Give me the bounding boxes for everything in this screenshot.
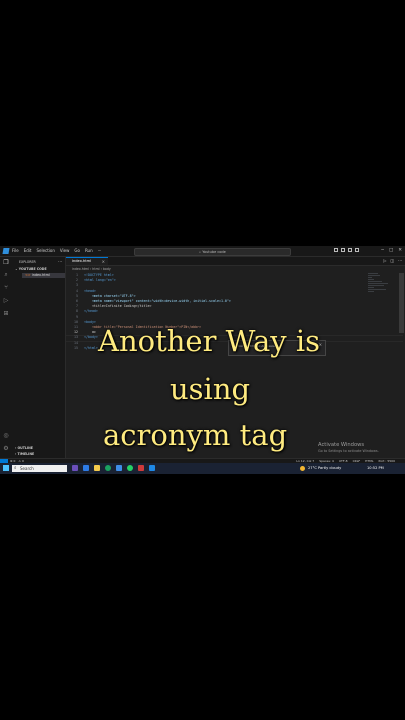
system-tray: 27°C Partly cloudy bbox=[300, 465, 341, 472]
taskbar-search[interactable]: ⌕ Search bbox=[12, 465, 67, 472]
title-bar: File Edit Selection View Go Run ··· ⌕ Yo… bbox=[0, 246, 405, 257]
menu-run[interactable]: Run bbox=[85, 248, 93, 253]
editor-tabs: index.html × ▷ ◫ ··· bbox=[66, 257, 405, 266]
minimize-icon[interactable]: ─ bbox=[381, 248, 384, 253]
window-controls: ─ □ ✕ bbox=[381, 248, 402, 253]
breadcrumb[interactable]: index.html › html › body bbox=[72, 267, 111, 271]
toggle-sidebar-icon[interactable] bbox=[334, 248, 338, 252]
extensions-icon[interactable]: ⊞ bbox=[3, 311, 9, 317]
store-icon[interactable] bbox=[116, 465, 122, 471]
run-debug-icon[interactable]: ▷ bbox=[3, 298, 9, 304]
activate-windows-title: Activate Windows bbox=[318, 442, 365, 448]
command-center-search[interactable]: ⌕ Youtube code bbox=[134, 247, 291, 256]
edge-icon[interactable] bbox=[83, 465, 89, 471]
more-actions-icon[interactable]: ··· bbox=[58, 259, 62, 264]
timeline-section[interactable]: › TIMELINE bbox=[15, 452, 34, 456]
run-icon[interactable]: ▷ bbox=[383, 258, 386, 263]
search-activity-icon[interactable]: ⌕ bbox=[3, 272, 9, 278]
maximize-icon[interactable]: □ bbox=[389, 248, 393, 253]
layout-controls bbox=[334, 248, 359, 252]
caption-line-2: using bbox=[169, 372, 251, 407]
timeline-label: TIMELINE bbox=[17, 452, 35, 456]
menu-selection[interactable]: Selection bbox=[36, 248, 54, 253]
explorer-sidebar: EXPLORER ··· ⌄ YOUTUBE CODE <> index.htm… bbox=[12, 257, 66, 463]
windows-taskbar: ⌕ Search 27°C Partly cloudy 10:52 PM bbox=[0, 463, 405, 474]
toggle-secondary-sidebar-icon[interactable] bbox=[348, 248, 352, 252]
explorer-icon[interactable]: ❐ bbox=[3, 260, 9, 266]
chrome-icon[interactable] bbox=[105, 465, 111, 471]
taskbar-search-label: Search bbox=[20, 466, 34, 471]
editor-actions: ▷ ◫ ··· bbox=[383, 258, 402, 263]
activate-windows-subtitle: Go to Settings to activate Windows. bbox=[318, 449, 379, 453]
menu-edit[interactable]: Edit bbox=[24, 248, 32, 253]
close-tab-icon[interactable]: × bbox=[102, 258, 105, 265]
manage-gear-icon[interactable]: ⚙ bbox=[3, 446, 9, 452]
toggle-panel-icon[interactable] bbox=[341, 248, 345, 252]
whatsapp-icon[interactable] bbox=[127, 465, 133, 471]
windows-start-icon[interactable] bbox=[3, 465, 9, 471]
file-explorer-icon[interactable] bbox=[94, 465, 100, 471]
taskbar-clock[interactable]: 10:52 PM bbox=[367, 465, 384, 472]
menu-go[interactable]: Go bbox=[74, 248, 80, 253]
menu-more[interactable]: ··· bbox=[98, 248, 102, 253]
explorer-title: EXPLORER bbox=[19, 260, 36, 264]
file-item-index-html[interactable]: <> index.html bbox=[22, 273, 65, 278]
workspace-folder[interactable]: ⌄ YOUTUBE CODE bbox=[15, 267, 47, 271]
vscode-taskbar-icon[interactable] bbox=[149, 465, 155, 471]
tab-label: index.html bbox=[72, 259, 92, 263]
app-icon[interactable] bbox=[138, 465, 144, 471]
caption-line-3: acronym tag bbox=[102, 418, 288, 453]
file-label: index.html bbox=[31, 273, 50, 277]
line-code: </html> bbox=[84, 345, 98, 350]
more-icon[interactable]: ··· bbox=[398, 258, 402, 263]
line-number: 15 bbox=[74, 345, 78, 350]
task-view-icon[interactable] bbox=[72, 465, 78, 471]
minimap[interactable] bbox=[368, 273, 390, 303]
account-icon[interactable]: ◎ bbox=[3, 433, 9, 439]
outline-label: OUTLINE bbox=[17, 446, 33, 450]
split-editor-icon[interactable]: ◫ bbox=[390, 258, 394, 263]
menu-view[interactable]: View bbox=[60, 248, 70, 253]
caption-line-1: Another Way is bbox=[98, 324, 321, 359]
vscode-logo-icon bbox=[2, 248, 10, 254]
customize-layout-icon[interactable] bbox=[355, 248, 359, 252]
vertical-scrollbar[interactable] bbox=[399, 273, 404, 333]
taskbar-apps bbox=[72, 465, 155, 471]
html-file-icon: <> bbox=[25, 273, 32, 277]
workspace-folder-label: YOUTUBE CODE bbox=[18, 267, 47, 271]
outline-section[interactable]: › OUTLINE bbox=[15, 446, 33, 450]
search-label: Youtube code bbox=[202, 249, 226, 254]
weather-icon bbox=[300, 466, 305, 471]
source-control-icon[interactable]: ⑂ bbox=[3, 285, 9, 291]
tab-index-html[interactable]: index.html × bbox=[66, 257, 108, 265]
search-icon: ⌕ bbox=[14, 466, 17, 471]
close-icon[interactable]: ✕ bbox=[398, 248, 402, 253]
menu-bar: File Edit Selection View Go Run ··· bbox=[12, 248, 101, 253]
weather-text[interactable]: 27°C Partly cloudy bbox=[308, 465, 341, 472]
menu-file[interactable]: File bbox=[12, 248, 19, 253]
